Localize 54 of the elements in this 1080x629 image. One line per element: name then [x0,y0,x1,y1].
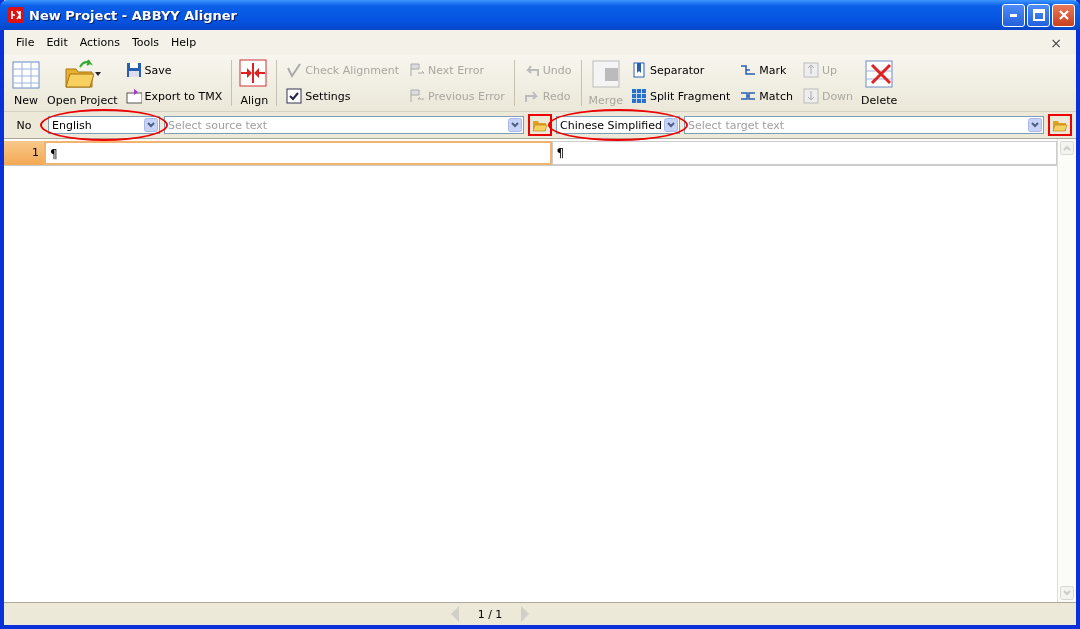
app-logo-icon [8,7,24,23]
menu-item[interactable]: Actions [73,34,126,51]
open-folder-button[interactable] [1048,114,1072,136]
row-number: 1 [4,141,44,165]
menu-item[interactable]: Tools [125,34,166,51]
toolbar-button[interactable]: Save [123,61,225,79]
close-document-button[interactable]: × [1042,34,1070,51]
source-cell[interactable]: ¶ [44,141,552,165]
table-icon [11,59,41,89]
toolbar-button[interactable]: Delete [858,57,901,109]
delete-table-icon [864,59,895,89]
scroll-up-icon [1060,141,1074,155]
menu-item[interactable]: Help [165,34,203,51]
bookmark-icon [630,62,647,78]
grid-icon [630,88,647,104]
right-triangle-icon [520,605,531,623]
toolbar-button[interactable]: Split Fragment [628,87,733,105]
bracket-lines-icon [740,62,757,78]
checkbox-icon [286,88,303,104]
toolbar-button[interactable]: Open Project [44,57,121,109]
language-dropdown[interactable]: English [48,116,160,134]
menu-item[interactable]: File [10,34,41,51]
page-counter: 1 / 1 [477,607,503,621]
toolbar-button[interactable]: Separator [628,61,733,79]
toolbar-button[interactable]: Settings [284,87,401,105]
toolbar-button[interactable]: New [8,57,44,109]
folder-icon [532,118,548,132]
column-label: No [15,118,33,132]
toolbar-button[interactable]: Match [738,87,795,105]
folder-icon [63,59,94,89]
toolbar-button[interactable]: Mark [738,61,795,79]
merge-table-icon [590,59,621,89]
flag-arrow-icon [409,62,425,78]
target-cell[interactable]: ¶ [551,141,1057,165]
minimize-icon [1010,13,1017,17]
window-title: New Project - ABBYY Aligner [29,7,239,23]
open-folder-button[interactable] [528,114,552,136]
maximize-button[interactable] [1027,3,1050,27]
spellcheck-icon [286,62,303,78]
close-icon [1057,9,1070,21]
minimize-button[interactable] [1002,3,1025,27]
toolbar-button[interactable]: Align [236,57,273,109]
menu-item[interactable]: Edit [40,34,74,51]
arrows-together-icon [239,59,270,89]
close-button[interactable] [1052,3,1075,27]
tmx-file-icon [125,88,142,104]
language-dropdown[interactable]: Chinese Simplified [556,116,680,134]
folder-icon [1052,118,1068,132]
maximize-icon [1032,9,1045,21]
left-triangle-icon [449,605,460,623]
toolbar-button[interactable]: Export to TMX [123,87,225,105]
flag-arrow-icon [409,88,425,104]
scroll-down-icon [1060,586,1074,600]
vertical-scrollbar[interactable] [1057,139,1076,602]
